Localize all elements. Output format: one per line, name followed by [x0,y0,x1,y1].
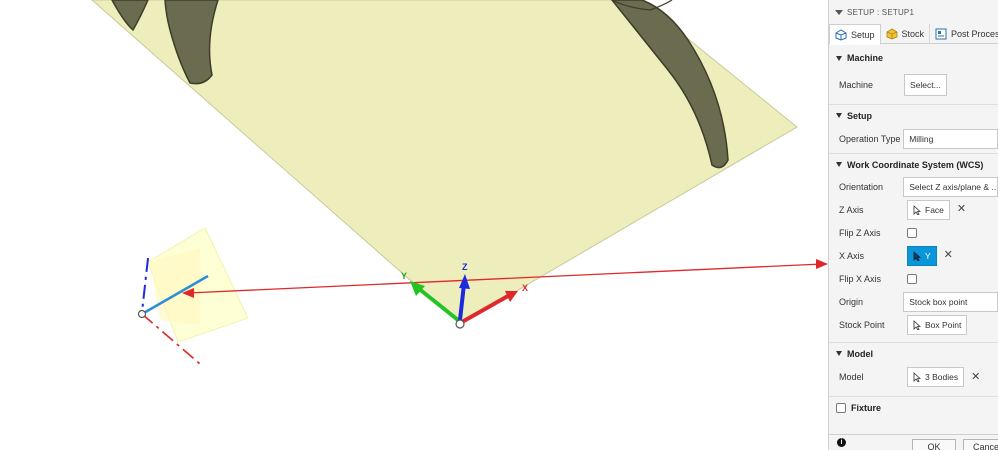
tab-stock[interactable]: Stock [881,24,931,44]
triad-origin[interactable] [455,319,465,329]
origin-dropdown[interactable]: Stock box point [903,291,998,312]
triad-label-z: Z [462,262,468,272]
machine-label: Machine [839,79,874,90]
tab-stock-label: Stock [901,29,925,39]
model-value: 3 Bodies [925,372,959,382]
dialog-tabs: Setup Stock Post Process [829,24,998,45]
dialog-footer: i OK Cancel [829,434,998,450]
model-select-button[interactable]: 3 Bodies [907,367,965,387]
cursor-arrow-icon [913,204,921,215]
tab-setup[interactable]: Setup [829,24,881,45]
expand-triangle-icon [836,162,842,167]
dialog-title: SETUP : SETUP1 [847,7,915,17]
stock-point-select-button[interactable]: Box Point [907,314,968,335]
section-machine-title: Machine [847,53,884,63]
ok-button[interactable]: OK [912,439,956,450]
row-orientation: Orientation Select Z axis/plane & ... [829,175,998,198]
operation-type-label: Operation Type [839,134,901,144]
leader-arrowhead-right [816,259,828,269]
operation-type-dropdown[interactable]: Milling [903,129,998,149]
x-axis-value: Y [925,250,931,261]
section-fixture-title: Fixture [851,402,882,413]
cursor-arrow-icon [913,250,921,261]
flip-x-label: Flip X Axis [839,273,882,284]
section-fixture-header[interactable]: Fixture [829,396,998,418]
setup-icon [835,28,847,41]
stock-point-label: Stock Point [839,319,885,330]
row-flip-x: Flip X Axis [829,267,998,290]
flip-z-label: Flip Z Axis [839,227,881,238]
cursor-arrow-icon [913,372,921,382]
section-wcs-header[interactable]: Work Coordinate System (WCS) [829,153,998,175]
tab-post-process-label: Post Process [951,29,998,39]
3d-viewport[interactable]: Y Z X [0,0,828,450]
tab-setup-label: Setup [851,29,875,40]
orientation-dropdown[interactable]: Select Z axis/plane & ... [903,176,998,197]
model-label: Model [839,372,864,382]
origin-label: Origin [839,296,864,307]
row-origin: Origin Stock box point [829,290,998,313]
triad-label-x: X [522,283,528,293]
x-axis-select-button[interactable]: Y [907,245,937,266]
row-stock-point: Stock Point Box Point [829,313,998,336]
stock-cube-icon [886,28,897,40]
row-z-axis: Z Axis Face ✕ [829,198,998,221]
row-machine: Machine Select... [829,69,998,100]
expand-triangle-icon [836,55,842,61]
z-axis-value: Face [925,204,944,215]
row-x-axis: X Axis Y ✕ [829,244,998,267]
setup-dialog: SETUP : SETUP1 Setup Stock Post Process [828,0,998,450]
cursor-arrow-icon [913,319,921,330]
clear-model-icon[interactable]: ✕ [971,371,980,383]
section-setup-header[interactable]: Setup [829,104,998,126]
wcs-origin-point[interactable] [137,309,147,319]
clear-z-axis-icon[interactable]: ✕ [957,204,966,215]
orientation-label: Orientation [839,181,884,192]
collapse-icon[interactable] [835,9,843,15]
info-icon[interactable]: i [837,438,846,447]
cancel-button[interactable]: Cancel [963,439,998,450]
row-model: Model 3 Bodies ✕ [829,364,998,390]
viewport-canvas[interactable]: Y Z X [0,0,828,450]
section-setup-title: Setup [847,110,873,121]
z-axis-label: Z Axis [839,204,864,215]
clear-x-axis-icon[interactable]: ✕ [944,250,953,261]
row-operation-type: Operation Type Milling [829,126,998,152]
triad-label-y: Y [401,271,407,281]
section-wcs-title: Work Coordinate System (WCS) [847,159,984,170]
fixture-checkbox[interactable] [836,402,846,413]
expand-triangle-icon [836,351,842,356]
stock-point-value: Box Point [925,319,962,330]
wcs-z-axis-dashed [141,257,149,313]
flip-x-checkbox[interactable] [907,273,917,284]
section-model-title: Model [847,348,873,359]
z-axis-select-button[interactable]: Face [907,199,950,220]
post-process-icon [935,28,947,40]
tab-post-process[interactable]: Post Process [930,24,998,44]
row-flip-z: Flip Z Axis [829,221,998,244]
flip-z-checkbox[interactable] [907,227,917,238]
section-model-header[interactable]: Model [829,342,998,364]
dialog-titlebar[interactable]: SETUP : SETUP1 [829,0,998,24]
x-axis-label: X Axis [839,250,865,261]
section-machine-header[interactable]: Machine [829,47,998,69]
machine-select-button[interactable]: Select... [904,73,947,96]
expand-triangle-icon [836,113,842,118]
